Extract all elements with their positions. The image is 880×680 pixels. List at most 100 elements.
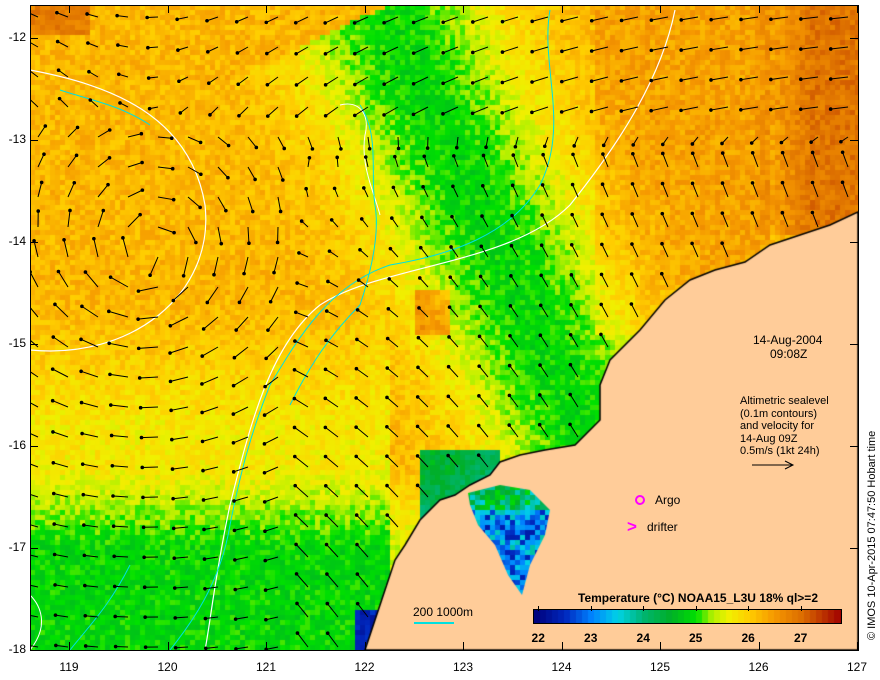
velocity-arrow-icon [470,46,489,55]
velocity-arrow-icon [600,212,609,228]
velocity-arrow-icon [201,496,219,502]
velocity-arrow-icon [217,226,224,246]
velocity-arrow-icon [232,496,249,503]
velocity-arrow-icon [507,363,519,378]
velocity-arrow-icon [538,363,549,378]
velocity-arrow-icon [799,16,819,21]
velocity-arrow-icon [572,136,579,148]
velocity-arrow-icon [178,106,189,115]
lon-tick [69,5,70,13]
lat-tick [30,38,38,39]
velocity-arrow-icon [181,256,189,278]
velocity-arrow-icon [81,492,99,498]
velocity-arrow-icon [168,316,189,328]
velocity-arrow-icon [55,10,69,18]
velocity-arrow-icon [263,556,279,563]
altimetry-line: (0.1m contours) [740,407,818,420]
velocity-arrow-icon [508,333,519,348]
velocity-arrow-icon [97,182,110,198]
velocity-arrow-icon [509,274,519,288]
lon-tick [364,5,366,13]
velocity-arrow-icon [52,522,69,528]
velocity-arrow-icon [30,493,39,498]
velocity-arrow-icon [720,181,729,198]
velocity-arrow-icon [36,209,41,228]
lat-tick-label: -15 [8,336,26,350]
velocity-arrow-icon [83,614,99,618]
velocity-arrow-icon [425,136,430,150]
velocity-arrow-icon [141,525,159,530]
velocity-arrow-icon [337,136,343,151]
lat-tick [850,548,858,549]
velocity-arrow-icon [799,46,819,51]
lat-tick [30,140,38,141]
velocity-arrow-icon [171,526,189,531]
velocity-arrow-icon [187,196,202,210]
velocity-arrow-icon [446,453,459,468]
velocity-arrow-icon [294,542,309,558]
velocity-arrow-icon [476,423,489,438]
velocity-arrow-icon [294,572,309,588]
velocity-arrow-icon [262,466,279,475]
velocity-arrow-icon [262,436,279,446]
velocity-arrow-icon [441,106,459,116]
velocity-arrow-icon [292,396,309,408]
velocity-arrow-icon [323,367,339,378]
velocity-arrow-icon [416,335,429,348]
velocity-arrow-icon [720,211,729,228]
velocity-arrow-icon [127,212,142,228]
velocity-arrow-icon [355,601,369,618]
velocity-arrow-icon [108,275,129,288]
velocity-arrow-icon [142,555,159,560]
velocity-arrow-icon [111,494,129,498]
velocity-arrow-icon [67,125,80,138]
velocity-arrow-icon [690,136,699,146]
sst-map[interactable] [30,5,858,650]
velocity-arrow-icon [111,524,129,528]
velocity-arrow-icon [477,394,489,408]
velocity-arrow-icon [295,281,309,288]
velocity-arrow-icon [231,406,249,416]
velocity-arrow-icon [571,152,579,168]
velocity-arrow-icon [530,16,549,24]
velocity-arrow-icon [446,394,459,408]
velocity-arrow-icon [750,151,759,168]
velocity-arrow-icon [247,166,257,182]
velocity-arrow-icon [79,337,99,348]
velocity-arrow-icon [170,466,189,471]
velocity-arrow-icon [569,242,579,258]
velocity-arrow-icon [589,106,609,114]
velocity-arrow-icon [477,334,489,348]
velocity-arrow-icon [30,584,39,588]
velocity-arrow-icon [386,307,399,318]
velocity-arrow-icon [660,181,669,198]
velocity-arrow-icon [263,376,279,389]
velocity-arrow-icon [780,150,789,168]
velocity-arrow-icon [477,364,489,378]
velocity-arrow-icon [449,245,459,258]
lon-tick-label: 126 [748,660,769,674]
velocity-scale-arrow-icon [752,460,795,470]
velocity-arrow-icon [420,215,429,228]
velocity-arrow-icon [599,332,609,348]
velocity-arrow-icon [176,46,189,52]
velocity-arrow-icon [828,76,849,81]
velocity-arrow-icon [169,406,189,413]
velocity-arrow-icon [30,12,39,18]
velocity-arrow-icon [237,286,249,305]
velocity-arrow-icon [127,188,145,198]
velocity-arrow-icon [136,286,159,293]
lon-tick [561,5,563,13]
colorbar-tick-label: 25 [688,631,703,645]
velocity-arrow-icon [157,226,176,235]
lat-tick-label: -17 [8,540,26,554]
velocity-arrow-icon [720,241,729,258]
colorbar-tick-label: 26 [741,631,755,645]
velocity-arrow-icon [324,513,339,528]
velocity-arrow-icon [421,185,429,198]
velocity-arrow-icon [265,106,279,118]
velocity-arrow-icon [411,16,429,25]
velocity-arrow-icon [299,219,309,228]
velocity-arrow-icon [206,46,219,54]
velocity-arrow-icon [542,136,549,149]
